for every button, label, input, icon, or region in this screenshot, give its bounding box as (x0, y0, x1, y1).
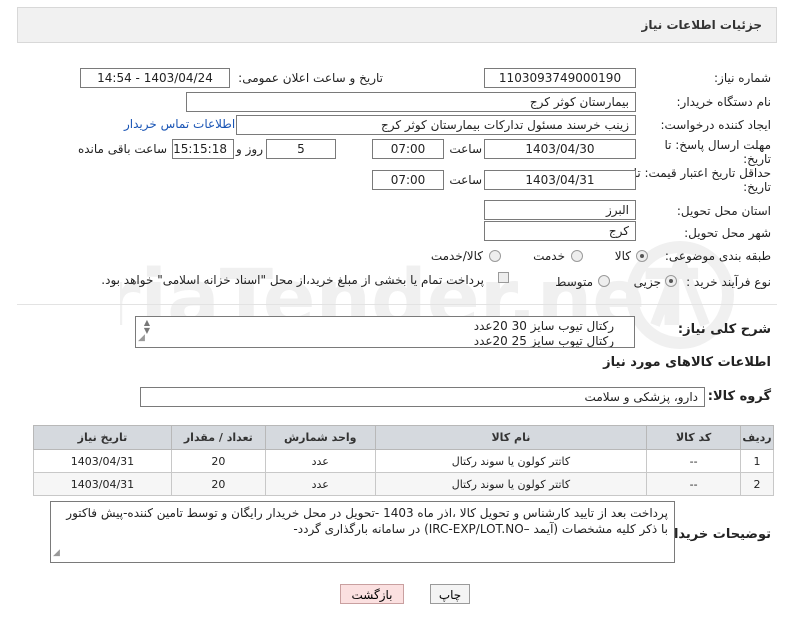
price-validity-label: حداقل تاریخ اعتبار قیمت: تا (633, 166, 771, 180)
buyer-notes-textarea[interactable]: پرداخت بعد از تایید کارشناس و تحویل کالا… (50, 501, 675, 563)
cell-row-number: 2 (740, 472, 774, 496)
reply-days-field: 5 (266, 139, 336, 159)
need-number-label: شماره نیاز: (714, 71, 771, 85)
resize-grip-icon[interactable]: ◢ (138, 331, 145, 346)
treasury-payment-note: پرداخت تمام یا بخشی از مبلغ خرید،از محل … (101, 273, 484, 287)
page-title: جزئیات اطلاعات نیاز (641, 18, 762, 32)
buyer-notes-text: پرداخت بعد از تایید کارشناس و تحویل کالا… (66, 506, 668, 536)
treasury-payment-checkbox[interactable] (498, 272, 509, 283)
need-number-field: 1103093749000190 (484, 68, 636, 88)
delivery-city-field: کرج (484, 221, 636, 241)
announce-datetime-label: تاریخ و ساعت اعلان عمومی: (238, 71, 383, 85)
buyer-notes-label: توضیحات خریدار: (661, 527, 771, 542)
process-radio-medium[interactable] (598, 275, 610, 287)
cell-unit: عدد (264, 449, 376, 473)
description-line-2: رکتال تیوب سایز 25 20عدد (473, 334, 614, 348)
col-row-number: ردیف (740, 425, 774, 450)
category-radio-goods-service[interactable] (489, 250, 501, 262)
cell-quantity: 20 (170, 449, 266, 473)
buyer-org-label: نام دستگاه خریدار: (676, 95, 772, 109)
remaining-time-field: 15:15:18 (172, 139, 234, 159)
goods-table-header: ردیف کد کالا نام کالا واحد شمارش تعداد /… (33, 425, 774, 450)
purchase-process-label: نوع فرآیند خرید : (686, 275, 771, 289)
cell-item-name: کاتتر کولون یا سوند رکتال (374, 472, 648, 496)
buyer-contact-link[interactable]: اطلاعات تماس خریدار (124, 117, 235, 131)
reply-deadline-date-field: 1403/04/30 (484, 139, 636, 159)
header-panel: جزئیات اطلاعات نیاز (17, 7, 777, 43)
category-radio-goods[interactable] (636, 250, 648, 262)
reply-days-label: روز و (236, 142, 263, 156)
print-button[interactable]: چاپ (430, 584, 470, 604)
requester-field: زینب خرسند مسئول تدارکات بیمارستان کوثر … (236, 115, 636, 135)
cell-item-code: -- (646, 472, 742, 496)
announce-datetime-field: 1403/04/24 - 14:54 (80, 68, 230, 88)
process-option-minor: جزیی (633, 275, 661, 289)
process-radio-minor[interactable] (665, 275, 677, 287)
resize-grip-icon[interactable]: ◢ (53, 545, 60, 561)
cell-quantity: 20 (170, 472, 266, 496)
category-label: طبقه بندی موضوعی: (664, 249, 771, 263)
col-unit: واحد شمارش (264, 425, 376, 450)
category-option-service: خدمت (533, 249, 565, 263)
col-item-code: کد کالا (646, 425, 742, 450)
cell-item-code: -- (646, 449, 742, 473)
table-row: 2 -- کاتتر کولون یا سوند رکتال عدد 20 14… (33, 472, 774, 496)
category-option-goods-service: کالا/خدمت (430, 249, 483, 263)
price-validity-time-label: ساعت (449, 173, 482, 187)
requester-label: ایجاد کننده درخواست: (660, 118, 771, 132)
general-description-label: شرح کلی نیاز: (677, 322, 771, 337)
col-item-name: نام کالا (374, 425, 648, 450)
delivery-city-label: شهر محل تحویل: (684, 226, 771, 240)
price-validity-date-field: 1403/04/31 (484, 170, 636, 190)
section-divider (17, 304, 777, 305)
price-validity-time-field: 07:00 (372, 170, 444, 190)
buyer-org-field: بیمارستان کوثر کرج (186, 92, 636, 112)
delivery-province-field: البرز (484, 200, 636, 220)
goods-section-title: اطلاعات کالاهای مورد نیاز (603, 355, 771, 370)
reply-deadline-time-label: ساعت (449, 142, 482, 156)
goods-group-field: دارو، پزشکی و سلامت (140, 387, 705, 407)
col-need-date: تاریخ نیاز (33, 425, 172, 450)
cell-need-date: 1403/04/31 (33, 472, 172, 496)
reply-deadline-time-field: 07:00 (372, 139, 444, 159)
reply-deadline-label-date: تاریخ: (743, 152, 771, 166)
cell-need-date: 1403/04/31 (33, 449, 172, 473)
price-validity-label-date: تاریخ: (743, 180, 771, 194)
process-option-medium: متوسط (555, 275, 593, 289)
goods-table: ردیف کد کالا نام کالا واحد شمارش تعداد /… (33, 425, 774, 496)
description-line-1: رکتال تیوب سایز 30 20عدد (473, 319, 614, 333)
category-option-goods: کالا (614, 249, 631, 263)
back-button[interactable]: بازگشت (340, 584, 404, 604)
general-description-textarea[interactable]: رکتال تیوب سایز 30 20عدد رکتال تیوب سایز… (135, 316, 635, 348)
goods-group-label: گروه کالا: (707, 389, 771, 404)
cell-item-name: کاتتر کولون یا سوند رکتال (374, 449, 648, 473)
table-row: 1 -- کاتتر کولون یا سوند رکتال عدد 20 14… (33, 449, 774, 473)
reply-deadline-label: مهلت ارسال پاسخ: تا (664, 138, 771, 152)
delivery-province-label: استان محل تحویل: (676, 204, 771, 218)
col-quantity: تعداد / مقدار (170, 425, 266, 450)
cell-unit: عدد (264, 472, 376, 496)
cell-row-number: 1 (740, 449, 774, 473)
category-radio-service[interactable] (571, 250, 583, 262)
remaining-time-label: ساعت باقی مانده (77, 142, 167, 156)
